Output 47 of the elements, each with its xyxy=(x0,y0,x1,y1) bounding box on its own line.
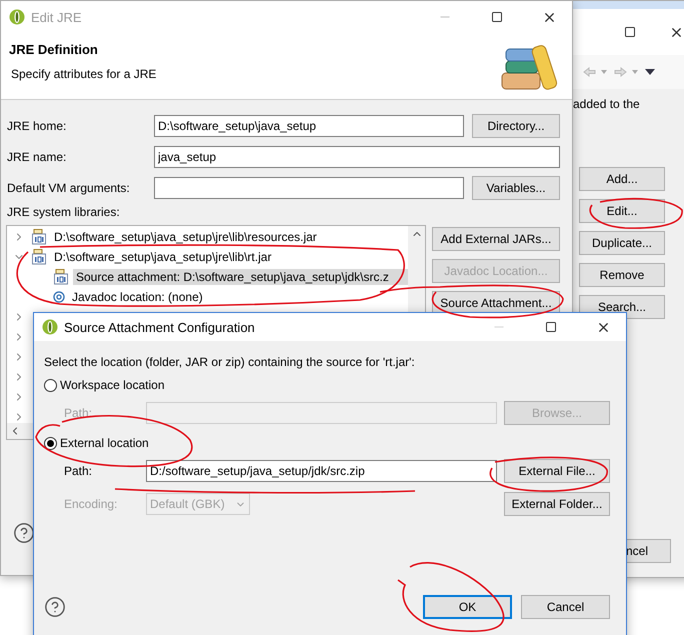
maximize-icon[interactable] xyxy=(491,11,503,23)
browse-button[interactable]: External File... xyxy=(504,459,610,483)
library-item[interactable]: Source attachment: D:\software_setup\java_setup\jdk\src.z xyxy=(73,269,408,285)
help-icon[interactable] xyxy=(13,522,35,544)
field-label: JRE home: xyxy=(7,119,68,133)
field-label: Default VM arguments: xyxy=(7,181,131,195)
help-icon[interactable] xyxy=(44,596,66,618)
dialog-prompt: Select the location (folder, JAR or zip) containing the source for 'rt.jar': xyxy=(44,355,416,369)
text-field[interactable]: D:\software_setup\java_setup xyxy=(154,115,464,137)
dialog-button[interactable]: OK xyxy=(423,595,512,619)
browse-button[interactable]: Variables... xyxy=(472,176,560,200)
action-button[interactable]: Add... xyxy=(579,167,665,191)
library-item[interactable]: D:\software_setup\java_setup\jre\lib\rt.jar xyxy=(51,249,408,265)
jar-icon xyxy=(53,269,69,285)
library-button[interactable]: Add External JARs... xyxy=(432,227,560,251)
page-description: Specify attributes for a JRE xyxy=(10,67,158,81)
field-label: JRE name: xyxy=(7,150,68,164)
window-title: Edit JRE xyxy=(31,10,83,24)
library-item[interactable]: Javadoc location: (none) xyxy=(69,289,408,305)
jar-icon xyxy=(31,229,47,245)
browse-folder-button[interactable]: External Folder... xyxy=(504,492,610,516)
description-text: added to the xyxy=(572,97,641,111)
text-field[interactable] xyxy=(154,177,464,199)
text-field[interactable]: java_setup xyxy=(154,146,560,168)
path-label: Path: xyxy=(64,406,94,420)
path-field[interactable]: D:/software_setup/java_setup/jdk/src.zip xyxy=(146,460,497,482)
dialog-title: Source Attachment Configuration xyxy=(64,320,256,334)
section-label: JRE system libraries: xyxy=(7,205,121,219)
location-radio[interactable]: External location xyxy=(44,433,610,453)
action-button[interactable]: Remove xyxy=(579,263,665,287)
maximize-icon[interactable] xyxy=(545,321,557,333)
jar-icon xyxy=(31,249,47,265)
location-radio[interactable]: Workspace location xyxy=(44,375,610,395)
action-button[interactable]: Duplicate... xyxy=(579,231,665,255)
library-item[interactable]: D:\software_setup\java_setup\jre\lib\resources.jar xyxy=(51,229,408,245)
action-button[interactable]: Edit... xyxy=(579,199,665,223)
menu-arrow-icon[interactable] xyxy=(645,68,655,76)
page-heading: JRE Definition xyxy=(9,42,99,57)
encoding-label: Encoding: xyxy=(64,497,118,511)
dialog-button[interactable]: Cancel xyxy=(521,595,610,619)
forward-arrow-icon[interactable] xyxy=(614,67,640,77)
path-label: Path: xyxy=(64,464,94,478)
maximize-icon[interactable] xyxy=(624,26,636,38)
eclipse-icon xyxy=(9,9,25,25)
eclipse-icon xyxy=(42,319,58,335)
back-arrow-icon[interactable] xyxy=(583,67,609,77)
browse-button[interactable]: Directory... xyxy=(472,114,560,138)
